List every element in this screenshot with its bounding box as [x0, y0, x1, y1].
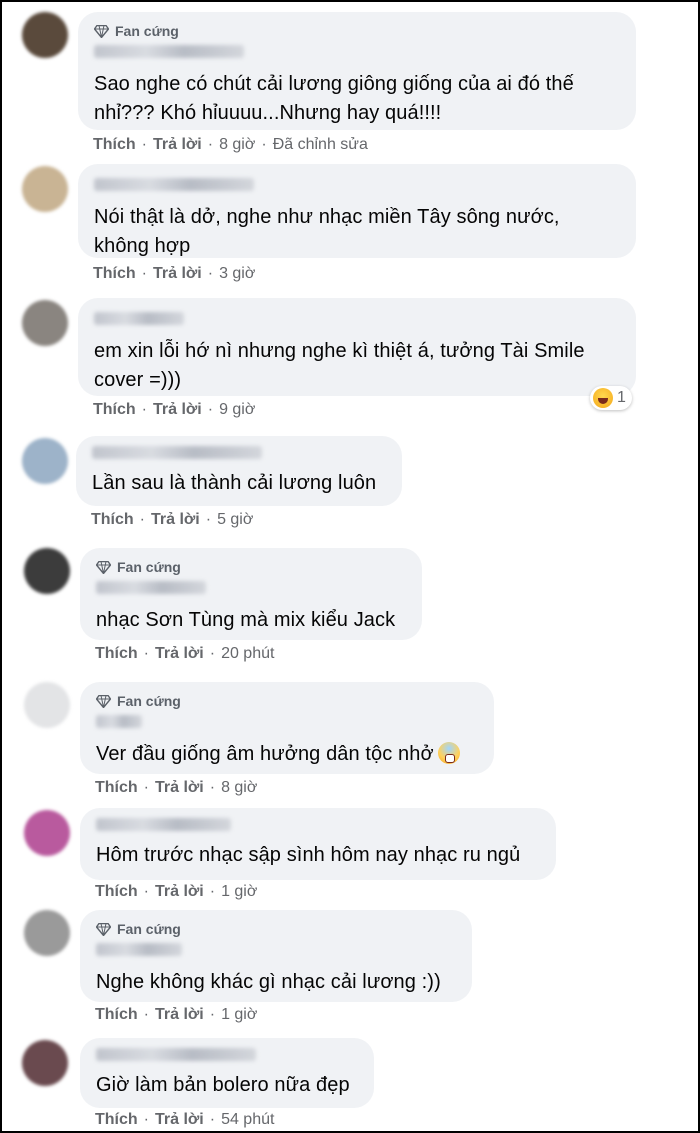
comment-actions: Thích · Trả lời · 3 giờ — [93, 265, 256, 282]
reply-link[interactable]: Trả lời — [151, 511, 200, 528]
avatar[interactable] — [22, 166, 68, 212]
diamond-icon — [96, 922, 111, 936]
reply-link[interactable]: Trả lời — [155, 1006, 204, 1023]
avatar[interactable] — [22, 300, 68, 346]
comment-bubble: Fan cứng nhạc Sơn Tùng mà mix kiểu Jack — [80, 548, 422, 640]
reaction-badge[interactable]: 1 — [590, 386, 632, 410]
comment-bubble: Fan cứng Ver đầu giống âm hưởng dân tộc … — [80, 682, 494, 774]
comment-text: Nói thật là dở, nghe như nhạc miền Tây s… — [94, 206, 560, 257]
author-name-blurred[interactable] — [96, 818, 231, 831]
author-name-blurred[interactable] — [94, 178, 254, 191]
avatar[interactable] — [24, 682, 70, 728]
like-link[interactable]: Thích — [93, 136, 136, 153]
comment-text: Nghe không khác gì nhạc cải lương :)) — [96, 971, 441, 993]
like-link[interactable]: Thích — [91, 511, 134, 528]
reply-link[interactable]: Trả lời — [153, 401, 202, 418]
avatar[interactable] — [24, 548, 70, 594]
reply-link[interactable]: Trả lời — [153, 136, 202, 153]
comment-time[interactable]: 8 giờ — [219, 136, 255, 153]
like-link[interactable]: Thích — [95, 1006, 138, 1023]
avatar[interactable] — [24, 810, 70, 856]
comment-actions: Thích · Trả lời · 54 phút — [95, 1111, 275, 1128]
badge-label: Fan cứng — [117, 693, 181, 709]
comment-actions: Thích · Trả lời · 8 giờ · Đã chỉnh sửa — [93, 136, 368, 153]
comment-time[interactable]: 1 giờ — [221, 1006, 257, 1023]
comment-bubble: em xin lỗi hớ nì nhưng nghe kì thiệt á, … — [78, 298, 636, 396]
author-name-blurred[interactable] — [94, 45, 244, 58]
reply-link[interactable]: Trả lời — [155, 779, 204, 796]
comment-bubble: Fan cứng Nghe không khác gì nhạc cải lươ… — [80, 910, 472, 1002]
author-name-blurred[interactable] — [92, 446, 262, 459]
comment-time[interactable]: 5 giờ — [217, 511, 253, 528]
comment-time[interactable]: 1 giờ — [221, 883, 257, 900]
comment-actions: Thích · Trả lời · 20 phút — [95, 645, 275, 662]
like-link[interactable]: Thích — [95, 883, 138, 900]
comment-text: nhạc Sơn Tùng mà mix kiểu Jack — [96, 609, 396, 631]
comment-actions: Thích · Trả lời · 1 giờ — [95, 1006, 258, 1023]
like-link[interactable]: Thích — [95, 645, 138, 662]
badge-label: Fan cứng — [115, 23, 179, 39]
badge-label: Fan cứng — [117, 921, 181, 937]
author-name-blurred[interactable] — [94, 312, 184, 325]
comment-bubble: Fan cứng Sao nghe có chút cải lương giôn… — [78, 12, 636, 130]
comment-actions: Thích · Trả lời · 1 giờ — [95, 883, 258, 900]
comment-time[interactable]: 9 giờ — [219, 401, 255, 418]
fan-badge: Fan cứng — [96, 920, 456, 938]
reply-link[interactable]: Trả lời — [153, 265, 202, 282]
author-name-blurred[interactable] — [96, 1048, 256, 1061]
like-link[interactable]: Thích — [93, 265, 136, 282]
laughing-emoji-icon — [593, 388, 613, 408]
comment-text: Sao nghe có chút cải lương giông giống c… — [94, 73, 574, 124]
comment-bubble: Hôm trước nhạc sập sình hôm nay nhạc ru … — [80, 808, 556, 880]
comment-time[interactable]: 3 giờ — [219, 265, 255, 282]
reply-link[interactable]: Trả lời — [155, 883, 204, 900]
fan-badge: Fan cứng — [94, 22, 620, 40]
author-name-blurred[interactable] — [96, 715, 142, 728]
comment-actions: Thích · Trả lời · 5 giờ — [91, 511, 254, 528]
reply-link[interactable]: Trả lời — [155, 645, 204, 662]
comment-text: Giờ làm bản bolero nữa đẹp — [96, 1074, 350, 1096]
comment-time[interactable]: 54 phút — [221, 1111, 274, 1128]
author-name-blurred[interactable] — [96, 581, 206, 594]
diamond-icon — [96, 560, 111, 574]
reply-link[interactable]: Trả lời — [155, 1111, 204, 1128]
avatar[interactable] — [22, 1040, 68, 1086]
diamond-icon — [96, 694, 111, 708]
badge-label: Fan cứng — [117, 559, 181, 575]
edited-label: Đã chỉnh sửa — [272, 136, 368, 153]
avatar[interactable] — [24, 910, 70, 956]
diamond-icon — [94, 24, 109, 38]
comment-text: Lần sau là thành cải lương luôn — [92, 472, 377, 494]
comment-actions: Thích · Trả lời · 8 giờ — [95, 779, 258, 796]
comment-text: em xin lỗi hớ nì nhưng nghe kì thiệt á, … — [94, 340, 585, 391]
author-name-blurred[interactable] — [96, 943, 182, 956]
avatar[interactable] — [22, 12, 68, 58]
comment-bubble: Lần sau là thành cải lương luôn — [76, 436, 402, 506]
like-link[interactable]: Thích — [95, 1111, 138, 1128]
fan-badge: Fan cứng — [96, 558, 406, 576]
fearful-face-emoji-icon — [437, 741, 460, 764]
like-link[interactable]: Thích — [95, 779, 138, 796]
comment-time[interactable]: 8 giờ — [221, 779, 257, 796]
comment-bubble: Giờ làm bản bolero nữa đẹp — [80, 1038, 374, 1108]
comment-actions: Thích · Trả lời · 9 giờ — [93, 401, 256, 418]
comment-time[interactable]: 20 phút — [221, 645, 274, 662]
fan-badge: Fan cứng — [96, 692, 478, 710]
comment-text: Hôm trước nhạc sập sình hôm nay nhạc ru … — [96, 844, 521, 866]
like-link[interactable]: Thích — [93, 401, 136, 418]
comment-bubble: Nói thật là dở, nghe như nhạc miền Tây s… — [78, 164, 636, 258]
avatar[interactable] — [22, 438, 68, 484]
reaction-count: 1 — [617, 389, 626, 406]
comment-text: Ver đầu giống âm hưởng dân tộc nhở — [96, 740, 478, 769]
